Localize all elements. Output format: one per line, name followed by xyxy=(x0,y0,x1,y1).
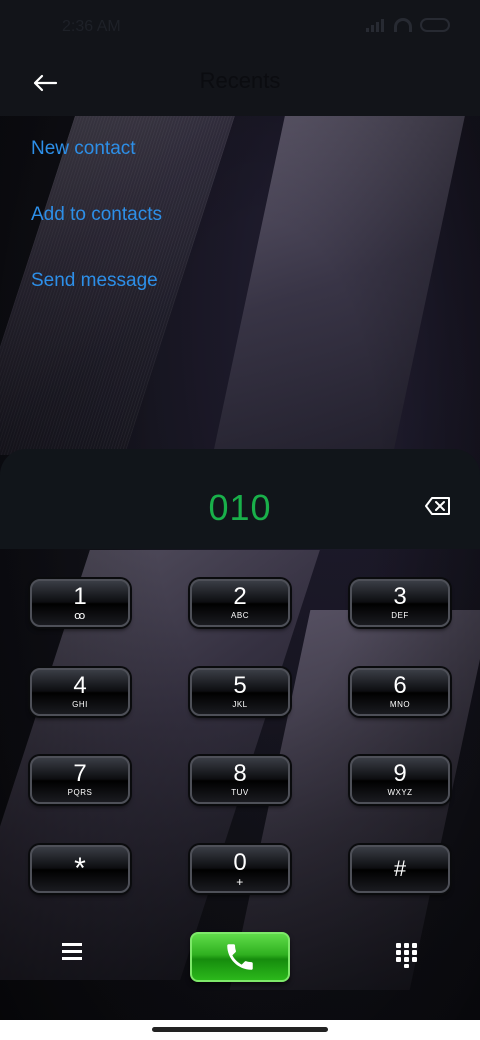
wifi-icon xyxy=(394,18,412,32)
backspace-icon[interactable] xyxy=(424,496,452,516)
key-4[interactable]: 4 GHI xyxy=(30,668,130,716)
key-letters: WXYZ xyxy=(387,788,413,797)
key-letters: MNO xyxy=(389,700,411,709)
status-bar: 2:36 AM xyxy=(0,0,480,56)
key-digit: * xyxy=(74,852,86,885)
menu-icon[interactable] xyxy=(62,943,86,963)
key-letters: TUV xyxy=(231,788,249,797)
key-digit: 9 xyxy=(393,760,407,787)
key-digit: 6 xyxy=(393,672,407,699)
key-digit: 8 xyxy=(233,760,247,787)
dial-panel: 010 xyxy=(0,449,480,549)
new-contact-link[interactable]: New contact xyxy=(31,138,136,160)
key-letters: + xyxy=(236,875,244,889)
key-digit: 1 xyxy=(73,583,87,610)
status-icons xyxy=(366,18,450,32)
key-letters: GHI xyxy=(72,700,88,709)
key-digit: 0 xyxy=(233,849,247,876)
key-digit: 3 xyxy=(393,583,407,610)
key-8[interactable]: 8 TUV xyxy=(190,756,290,804)
key-hash[interactable]: # xyxy=(350,845,450,893)
home-gesture-handle[interactable] xyxy=(152,1027,328,1032)
send-message-link[interactable]: Send message xyxy=(31,270,158,292)
key-3[interactable]: 3 DEF xyxy=(350,579,450,627)
call-button[interactable] xyxy=(190,932,290,982)
dialpad-icon[interactable] xyxy=(396,943,418,968)
key-0[interactable]: 0 + xyxy=(190,845,290,893)
dialed-number: 010 xyxy=(208,487,272,528)
key-1[interactable]: 1 ꝏ xyxy=(30,579,130,627)
key-letters: PQRS xyxy=(67,788,93,797)
key-letters: JKL xyxy=(232,700,248,709)
phone-icon xyxy=(227,944,253,970)
battery-icon xyxy=(420,18,450,32)
key-star[interactable]: * xyxy=(30,845,130,893)
key-digit: 5 xyxy=(233,672,247,699)
key-letters: DEF xyxy=(391,611,409,620)
key-digit: 2 xyxy=(233,583,247,610)
key-2[interactable]: 2 ABC xyxy=(190,579,290,627)
signal-icon xyxy=(366,18,386,32)
key-5[interactable]: 5 JKL xyxy=(190,668,290,716)
key-digit: 4 xyxy=(73,672,87,699)
key-digit: # xyxy=(393,856,407,881)
key-6[interactable]: 6 MNO xyxy=(350,668,450,716)
app-header: Recents xyxy=(0,56,480,116)
add-to-contacts-link[interactable]: Add to contacts xyxy=(31,204,162,226)
voicemail-icon: ꝏ xyxy=(74,610,86,622)
key-9[interactable]: 9 WXYZ xyxy=(350,756,450,804)
key-7[interactable]: 7 PQRS xyxy=(30,756,130,804)
status-time: 2:36 AM xyxy=(62,18,121,35)
key-digit: 7 xyxy=(73,760,87,787)
key-letters: ABC xyxy=(231,611,249,620)
page-title: Recents xyxy=(199,68,281,93)
